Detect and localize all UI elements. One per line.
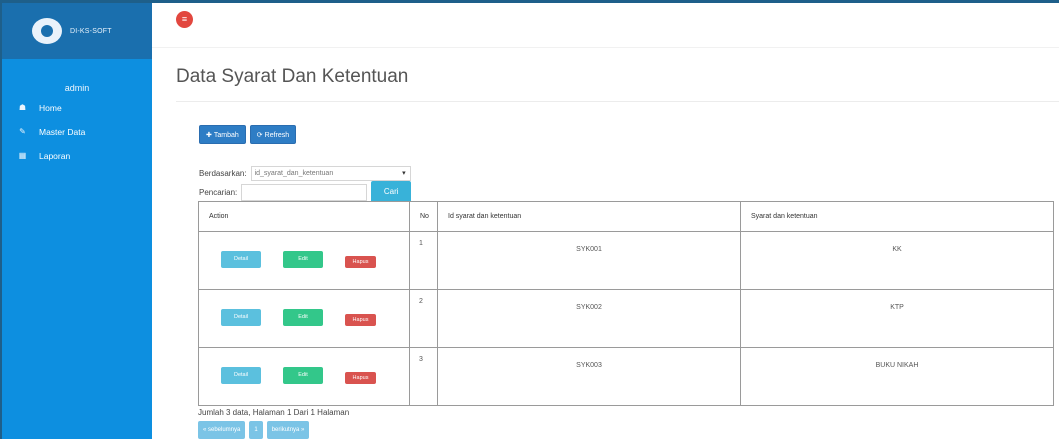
search-label: Pencarian: [199,187,238,197]
cell-id: SYK001 [437,231,741,290]
logo-icon [32,18,62,44]
data-table: Action No Id syarat dan ketentuan Syarat… [198,201,1054,406]
menu-icon: ≡ [181,14,188,24]
table-row: Detail Edit Hapus 1 SYK001 KK [198,231,1054,290]
edit-button[interactable]: Edit [283,366,323,384]
sidebar-item-label: Laporan [39,150,71,161]
pagination: « sebelumnya 1 berikutnya » [198,421,310,439]
page-number-button[interactable]: 1 [249,421,263,439]
edit-button[interactable]: Edit [283,250,323,268]
pagination-summary: Jumlah 3 data, Halaman 1 Dari 1 Halaman [198,408,350,417]
detail-button[interactable]: Detail [221,250,261,268]
action-cell: Detail Edit Hapus [198,347,410,406]
cell-syarat: KTP [740,289,1054,348]
cell-no: 2 [409,289,438,348]
filter-label: Berdasarkan: [199,169,247,178]
plus-icon: ✚ [206,132,212,139]
cell-syarat: BUKU NIKAH [740,347,1054,406]
prev-page-button[interactable]: « sebelumnya [198,421,246,439]
delete-button[interactable]: Hapus [345,314,376,326]
column-header-id: Id syarat dan ketentuan [437,201,741,232]
detail-button[interactable]: Detail [221,366,261,384]
topbar: ≡ [152,3,1059,48]
refresh-button-label: Refresh [264,132,290,139]
sidebar-nav: ☗ Home ✎ Master Data ▦ Laporan [2,99,152,164]
divider [176,101,1059,102]
sidebar-item-label: Master Data [39,126,86,137]
user-name: admin [64,83,90,93]
action-cell: Detail Edit Hapus [198,289,410,348]
search-input[interactable] [241,183,368,201]
toolbar: ✚ Tambah ⟳ Refresh [199,125,297,144]
search-button[interactable]: Cari [371,181,412,203]
chevron-down-icon: ▾ [402,170,406,177]
page-title: Data Syarat Dan Ketentuan [176,66,409,87]
home-icon: ☗ [18,103,27,112]
cell-id: SYK002 [437,289,741,348]
sidebar-item-label: Home [39,102,62,113]
column-header-syarat: Syarat dan ketentuan [740,201,1054,232]
delete-button[interactable]: Hapus [345,256,376,268]
edit-icon: ✎ [19,127,26,136]
add-button-label: Tambah [213,132,239,139]
table-row: Detail Edit Hapus 2 SYK002 KTP [198,289,1054,348]
sidebar: DI-KS-SOFT admin ☗ Home ✎ Master Data ▦ … [2,3,152,439]
delete-button[interactable]: Hapus [345,372,376,384]
main-content: ≡ Data Syarat Dan Ketentuan ✚ Tambah ⟳ Ref… [152,3,1059,439]
filter-selected-value: id_syarat_dan_ketentuan [254,170,334,177]
next-page-button[interactable]: berikutnya » [266,421,310,439]
brand[interactable]: DI-KS-SOFT [2,3,152,59]
table-row: Detail Edit Hapus 3 SYK003 BUKU NIKAH [198,347,1054,406]
refresh-icon: ⟳ [256,132,263,139]
sidebar-item-laporan[interactable]: ▦ Laporan [2,147,152,164]
cell-no: 3 [409,347,438,406]
table-header-row: Action No Id syarat dan ketentuan Syarat… [198,201,1054,232]
cell-syarat: KK [740,231,1054,290]
app-window: DI-KS-SOFT admin ☗ Home ✎ Master Data ▦ … [0,0,1059,439]
sidebar-item-home[interactable]: ☗ Home [2,99,152,116]
action-cell: Detail Edit Hapus [198,231,410,290]
column-header-no: No [409,201,438,232]
filter-select[interactable]: id_syarat_dan_ketentuan ▾ [250,166,411,181]
sidebar-item-master-data[interactable]: ✎ Master Data [2,123,152,140]
edit-button[interactable]: Edit [283,308,323,326]
refresh-button[interactable]: ⟳ Refresh [249,125,297,144]
cell-no: 1 [409,231,438,290]
search-row: Pencarian: Cari [199,181,412,203]
filter-row: Berdasarkan: id_syarat_dan_ketentuan ▾ [199,166,411,181]
brand-name: DI-KS-SOFT [70,27,112,35]
detail-button[interactable]: Detail [221,308,261,326]
column-header-action: Action [198,201,410,232]
menu-toggle-button[interactable]: ≡ [176,11,193,28]
calendar-icon: ▦ [18,151,27,160]
cell-id: SYK003 [437,347,741,406]
add-button[interactable]: ✚ Tambah [199,125,246,144]
